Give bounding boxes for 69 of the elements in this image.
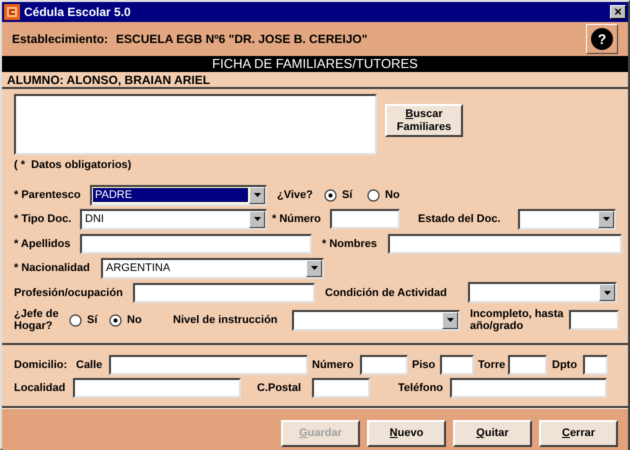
field-label: Condición de Actividad — [325, 286, 448, 298]
dropdown-field[interactable] — [518, 208, 616, 230]
field-label: Localidad — [14, 382, 66, 394]
field-label: ¿Jefe de Hogar? — [14, 308, 60, 332]
field-label: Dpto — [552, 358, 578, 370]
field-label: * Apellidos — [14, 238, 72, 250]
input-field[interactable] — [330, 209, 400, 229]
search-button[interactable]: Buscar Familiares — [385, 104, 463, 137]
field-label: * Parentesco — [14, 189, 82, 201]
radio-circle-icon — [69, 314, 82, 326]
field-label: Nivel de instrucción — [173, 314, 279, 326]
list-box[interactable] — [14, 94, 377, 155]
caret-icon — [446, 318, 454, 322]
field-label: * Número — [272, 213, 322, 225]
required-note: ( * Datos obligatorios) — [14, 158, 132, 173]
action-button[interactable]: Cerrar — [539, 420, 618, 447]
action-button[interactable]: Nuevo — [367, 420, 446, 447]
section-banner: FICHA DE FAMILIARES/TUTORES — [2, 56, 628, 72]
field-label: Teléfono — [398, 382, 444, 394]
input-field[interactable] — [133, 282, 315, 302]
caret-icon — [602, 217, 610, 221]
field-label: * Nombres — [322, 238, 378, 250]
window-title: Cédula Escolar 5.0 — [24, 4, 132, 21]
input-field[interactable] — [360, 354, 408, 374]
radio-button[interactable]: No — [367, 186, 407, 204]
radio-circle-icon — [324, 188, 337, 202]
field-label: Estado del Doc. — [418, 213, 502, 225]
field-label: Establecimiento: — [12, 31, 108, 48]
field-label: Domicilio: — [14, 358, 68, 370]
field-label: * Nacionalidad — [14, 262, 91, 274]
caret-icon — [254, 217, 260, 221]
close-button[interactable]: × — [610, 5, 626, 19]
field-label: Piso — [412, 358, 436, 370]
field-label: Número — [312, 358, 355, 370]
student-name: ALUMNO: ALONSO, BRAIAN ARIEL — [7, 72, 210, 88]
radio-circle-icon — [367, 188, 380, 202]
field-label: Incompleto, hasta año/grado — [470, 308, 565, 332]
input-field[interactable] — [109, 354, 308, 374]
radio-button[interactable]: No — [109, 312, 149, 328]
field-label: C.Postal — [257, 382, 302, 394]
input-field[interactable] — [508, 354, 547, 374]
school-name: ESCUELA EGB Nº6 "DR. JOSE B. CEREIJO" — [116, 31, 368, 48]
radio-circle-icon — [109, 314, 122, 326]
input-field[interactable] — [388, 234, 622, 254]
caret-icon — [604, 290, 610, 294]
help-button[interactable]: ? — [586, 24, 618, 54]
input-field[interactable] — [569, 310, 619, 330]
input-field[interactable] — [450, 378, 607, 398]
input-field[interactable] — [583, 354, 608, 374]
dropdown-field[interactable]: DNI — [80, 208, 267, 230]
input-field[interactable] — [80, 234, 312, 254]
radio-button[interactable]: Sí — [69, 312, 109, 328]
field-label: * Tipo Doc. — [14, 213, 72, 225]
app-icon — [4, 4, 20, 20]
input-field[interactable] — [312, 378, 370, 398]
action-button[interactable]: Quitar — [453, 420, 532, 447]
dropdown-field[interactable] — [468, 282, 617, 303]
caret-icon — [254, 193, 260, 197]
dropdown-field[interactable] — [292, 310, 460, 330]
input-field[interactable] — [73, 378, 241, 398]
input-field[interactable] — [440, 354, 474, 374]
radio-button[interactable]: Sí — [324, 186, 367, 204]
field-label: Calle — [76, 358, 104, 370]
field-label: ¿Vive? — [277, 189, 314, 201]
field-label: Profesión/ocupación — [14, 286, 124, 298]
field-label: Torre — [478, 358, 506, 370]
caret-icon — [310, 266, 318, 270]
dropdown-field[interactable]: PADRE — [90, 184, 267, 206]
dropdown-field[interactable]: ARGENTINA — [101, 258, 324, 278]
